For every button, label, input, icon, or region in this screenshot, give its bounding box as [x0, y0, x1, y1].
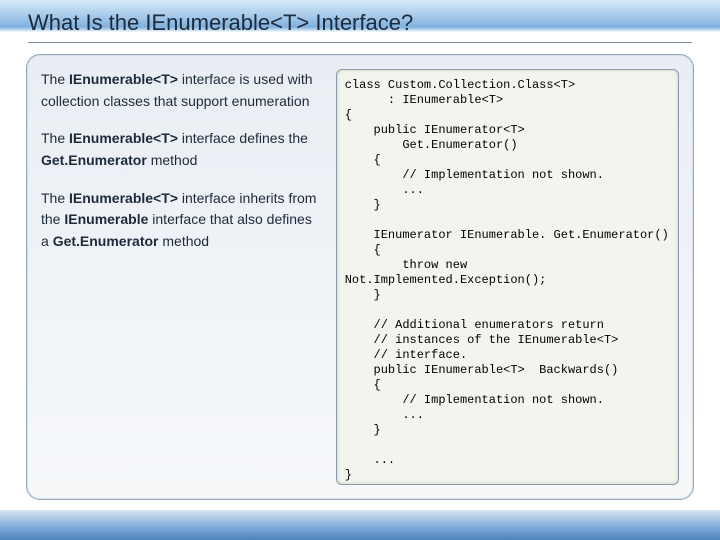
bold-term: IEnumerable	[64, 211, 148, 227]
footer-band	[0, 510, 720, 540]
bold-term: IEnumerable<T>	[69, 190, 178, 206]
bold-term: IEnumerable<T>	[69, 71, 178, 87]
bold-term: Get.Enumerator	[41, 152, 147, 168]
page-title: What Is the IEnumerable<T> Interface?	[28, 10, 692, 43]
slide: What Is the IEnumerable<T> Interface? Th…	[0, 0, 720, 540]
paragraph-3: The IEnumerable<T> interface inherits fr…	[41, 188, 322, 253]
bold-term: Get.Enumerator	[53, 233, 159, 249]
paragraph-2: The IEnumerable<T> interface defines the…	[41, 128, 322, 171]
text: The	[41, 71, 69, 87]
text: method	[159, 233, 210, 249]
description-column: The IEnumerable<T> interface is used wit…	[41, 69, 322, 485]
text: method	[147, 152, 198, 168]
bold-term: IEnumerable<T>	[69, 130, 178, 146]
code-block: class Custom.Collection.Class<T> : IEnum…	[336, 69, 679, 485]
text: The	[41, 190, 69, 206]
text: interface defines the	[178, 130, 308, 146]
text: The	[41, 130, 69, 146]
content-panel: The IEnumerable<T> interface is used wit…	[26, 54, 694, 500]
paragraph-1: The IEnumerable<T> interface is used wit…	[41, 69, 322, 112]
